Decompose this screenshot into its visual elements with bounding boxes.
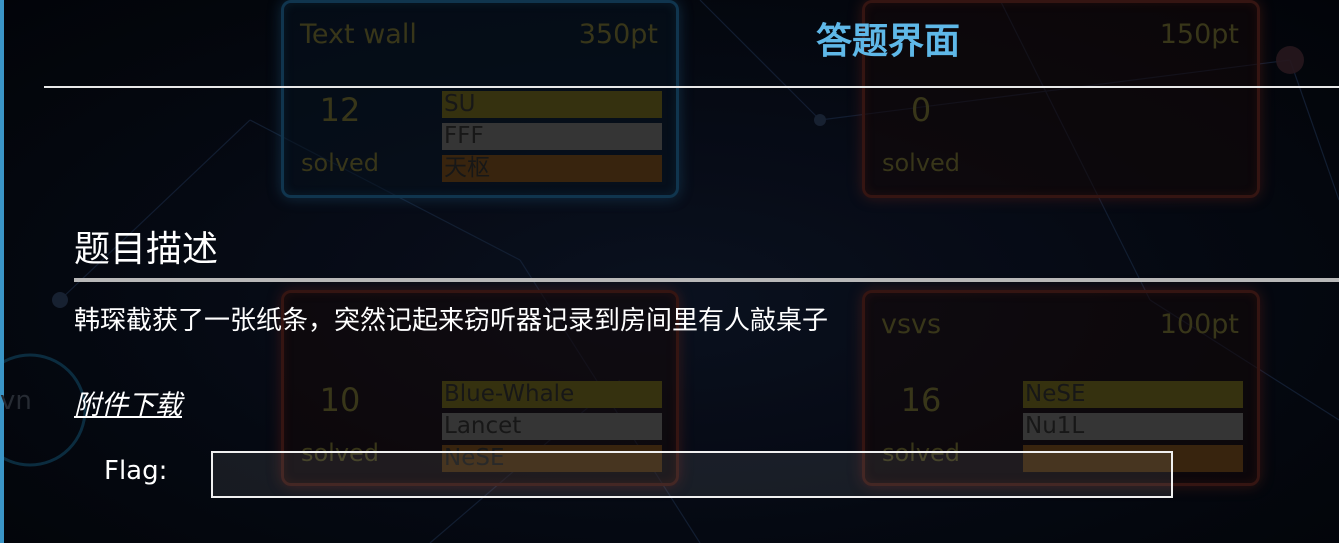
attachment-download-link[interactable]: 附件下载 xyxy=(74,383,182,422)
dialog-title: 答题界面 xyxy=(815,21,960,62)
title-divider xyxy=(44,86,1339,88)
section-divider xyxy=(74,278,1339,282)
challenge-description: 韩琛截获了一张纸条，突然记起来窃听器记录到房间里有人敲桌子 xyxy=(74,306,829,336)
flag-input[interactable] xyxy=(211,451,1173,498)
challenge-page: vn Text wall 350pt 12 solved SU FFF 天枢 1… xyxy=(0,0,1339,543)
flag-label: Flag: xyxy=(104,456,168,486)
section-heading: 题目描述 xyxy=(74,229,219,270)
